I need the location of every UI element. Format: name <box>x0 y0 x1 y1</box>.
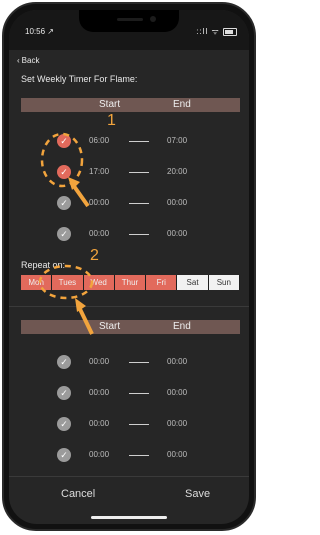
annotation-number-1: 1 <box>107 112 116 129</box>
highlight-circle-1 <box>40 132 84 188</box>
phone-mockup: 10:56 ↗ ::ll ᯤ ‹ Back Set Weekly Timer Fo… <box>0 0 260 535</box>
annotation-overlay <box>38 132 94 335</box>
highlight-circle-2 <box>38 264 94 300</box>
annotation-number-2: 2 <box>90 247 99 264</box>
